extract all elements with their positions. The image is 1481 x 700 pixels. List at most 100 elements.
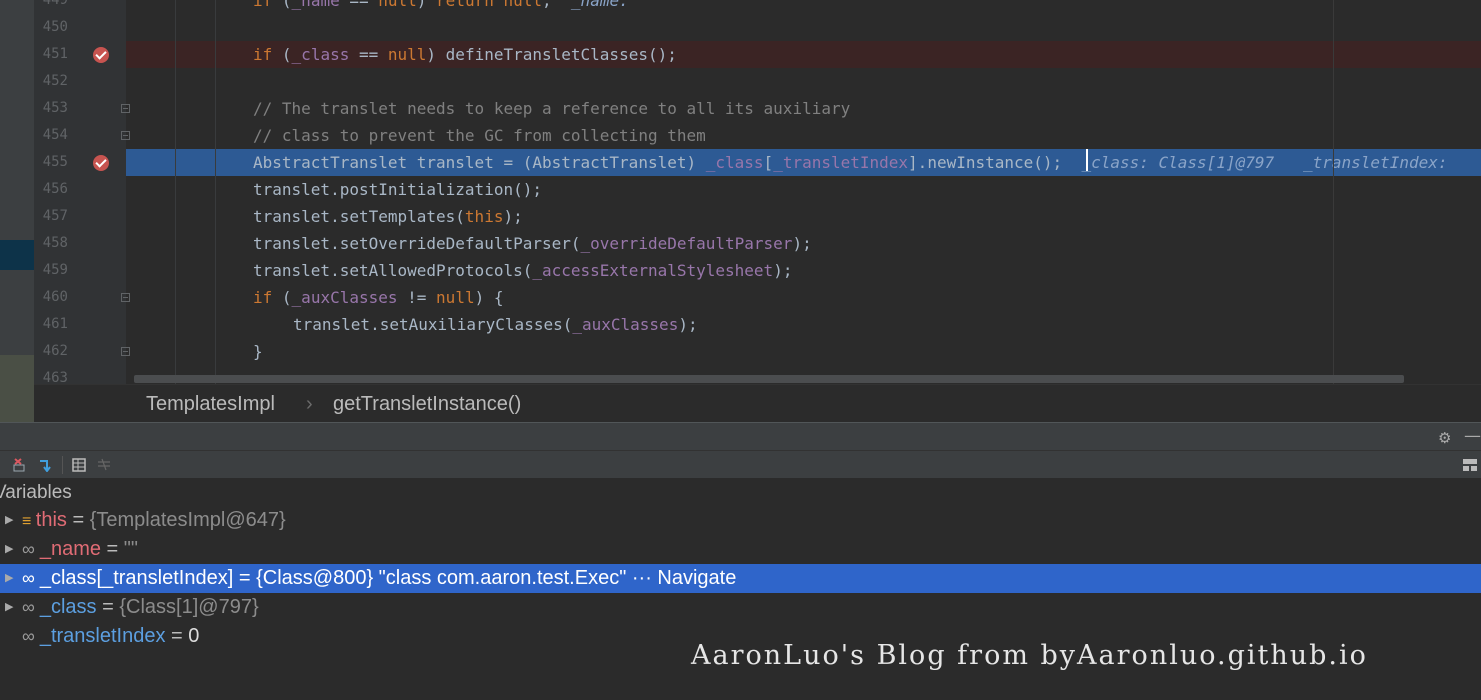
code-token: translet.postInitialization(); <box>253 180 542 199</box>
line-number[interactable]: 451 <box>34 41 68 68</box>
line-number[interactable]: 452 <box>34 68 68 95</box>
code-line[interactable]: // class to prevent the GC from collecti… <box>126 122 1481 149</box>
line-number[interactable]: 453 <box>34 95 68 122</box>
code-token: _class <box>705 153 764 172</box>
variable-row[interactable]: ▶ ∞ _class[_transletIndex] = {Class@800} … <box>0 564 1481 593</box>
breadcrumb-class[interactable]: TemplatesImpl <box>146 393 275 416</box>
code-token: translet.setTemplates( <box>253 207 465 226</box>
code-token: ( <box>281 45 292 64</box>
code-token: ].newInstance(); <box>908 153 1082 172</box>
project-panel-block <box>0 355 34 422</box>
minimize-icon[interactable]: — <box>1464 426 1481 446</box>
line-number[interactable]: 462 <box>34 338 68 365</box>
variable-row[interactable]: ▶ ≡ this = {TemplatesImpl@647} <box>0 506 1481 535</box>
toolbar-divider <box>62 456 63 474</box>
code-token: ; <box>542 0 571 10</box>
code-text: translet.setAuxiliaryClasses(_auxClasses… <box>293 311 698 338</box>
variable-name: _name <box>39 538 101 560</box>
expand-arrow-icon[interactable]: ▶ <box>5 593 13 622</box>
table-view-icon[interactable] <box>72 458 86 472</box>
variable-text: ∞ _class[_transletIndex] = {Class@800} "… <box>22 564 736 593</box>
code-token: != <box>397 288 437 307</box>
code-line[interactable]: translet.setAuxiliaryClasses(_auxClasses… <box>126 311 1481 338</box>
fold-marker-icon[interactable] <box>121 347 130 356</box>
code-line[interactable]: translet.setTemplates(this); <box>126 203 1481 230</box>
line-number[interactable]: 450 <box>34 14 68 41</box>
expand-arrow-icon[interactable]: ▶ <box>5 506 13 535</box>
code-line[interactable]: if (_name == null) return null; _name: <box>126 0 1481 14</box>
project-panel-selection <box>0 240 34 270</box>
variable-equals: = <box>101 538 124 560</box>
breadcrumb-method[interactable]: getTransletInstance() <box>333 393 521 416</box>
variable-equals: = <box>66 509 90 531</box>
infinity-icon: ∞ <box>22 568 40 588</box>
step-into-icon[interactable] <box>39 458 53 472</box>
variables-header: Variables <box>0 482 72 503</box>
code-token: if <box>253 45 282 64</box>
code-text: translet.postInitialization(); <box>253 176 542 203</box>
code-text: if (_auxClasses != null) { <box>253 284 503 311</box>
code-line[interactable]: if (_class == null) defineTransletClasse… <box>126 41 1481 68</box>
variable-value: {Class[1]@797} <box>119 596 259 618</box>
breakpoint-icon[interactable] <box>93 47 109 63</box>
code-token: if <box>253 288 282 307</box>
code-token: this <box>464 207 504 226</box>
code-token: null <box>387 45 427 64</box>
line-number[interactable]: 455 <box>34 149 68 176</box>
code-text: translet.setTemplates(this); <box>253 203 523 230</box>
code-line[interactable]: if (_auxClasses != null) { <box>126 284 1481 311</box>
fold-marker-icon[interactable] <box>121 131 130 140</box>
code-line[interactable]: translet.postInitialization(); <box>126 176 1481 203</box>
code-line[interactable]: } <box>126 338 1481 365</box>
layout-icon[interactable] <box>1463 459 1477 471</box>
variable-value: {Class@800} "class com.aaron.test.Exec" <box>256 567 627 589</box>
line-number[interactable]: 458 <box>34 230 68 257</box>
line-number[interactable]: 459 <box>34 257 68 284</box>
code-line[interactable]: translet.setOverrideDefaultParser(_overr… <box>126 230 1481 257</box>
code-token: // class to prevent the GC from collecti… <box>253 126 706 145</box>
watches-icon[interactable] <box>97 458 111 472</box>
code-line[interactable]: // The translet needs to keep a referenc… <box>126 95 1481 122</box>
code-line[interactable] <box>126 14 1481 41</box>
line-number[interactable]: 461 <box>34 311 68 338</box>
fold-marker-icon[interactable] <box>121 104 130 113</box>
expand-arrow-icon[interactable]: ▶ <box>5 535 13 564</box>
fold-marker-icon[interactable] <box>121 293 130 302</box>
horizontal-scrollbar[interactable] <box>134 375 1404 383</box>
code-token: ) defineTransletClasses(); <box>426 45 677 64</box>
code-text: // class to prevent the GC from collecti… <box>253 122 706 149</box>
current-execution-line[interactable]: AbstractTranslet translet = (AbstractTra… <box>126 149 1481 176</box>
line-number[interactable]: 454 <box>34 122 68 149</box>
editor-gutter[interactable]: 449 450 451 452 453 454 455 456 457 458 459 460 461 4… <box>34 0 126 386</box>
gear-icon[interactable]: ⚙ <box>1438 429 1451 447</box>
line-number[interactable]: 460 <box>34 284 68 311</box>
variable-text: ∞ _name = "" <box>22 535 138 564</box>
debug-toolbar <box>0 450 1481 479</box>
code-token: _accessExternalStylesheet <box>532 261 774 280</box>
navigate-link[interactable]: ··· Navigate <box>626 567 736 589</box>
code-editor[interactable]: if (_name == null) return null; _name:if… <box>126 0 1481 384</box>
variable-name: _transletIndex <box>39 625 166 647</box>
code-token: [ <box>763 153 774 172</box>
variable-row[interactable]: ▶ ∞ _name = "" <box>0 535 1481 564</box>
code-token: translet.setAllowedProtocols( <box>253 261 533 280</box>
breakpoint-icon[interactable] <box>93 155 109 171</box>
variable-text: ≡ this = {TemplatesImpl@647} <box>22 506 286 536</box>
code-text: // The translet needs to keep a referenc… <box>253 95 850 122</box>
variable-name: _class[_transletIndex] <box>39 567 234 589</box>
expand-arrow-icon[interactable]: ▶ <box>5 564 13 593</box>
code-text: } <box>253 338 263 365</box>
line-number[interactable]: 449 <box>34 0 68 14</box>
variable-row[interactable]: ▶ ∞ _class = {Class[1]@797} <box>0 593 1481 622</box>
code-token: ( <box>281 288 292 307</box>
code-line[interactable]: translet.setAllowedProtocols(_accessExte… <box>126 257 1481 284</box>
inline-debug-value: _name: <box>570 0 629 10</box>
breadcrumb: TemplatesImpl › getTransletInstance() <box>34 384 1481 423</box>
code-token: // The translet needs to keep a referenc… <box>253 99 851 118</box>
code-line[interactable] <box>126 68 1481 95</box>
variable-text: ∞ _class = {Class[1]@797} <box>22 593 259 622</box>
variable-value: {TemplatesImpl@647} <box>89 509 286 531</box>
drop-frame-icon[interactable] <box>13 458 27 472</box>
line-number[interactable]: 456 <box>34 176 68 203</box>
line-number[interactable]: 457 <box>34 203 68 230</box>
